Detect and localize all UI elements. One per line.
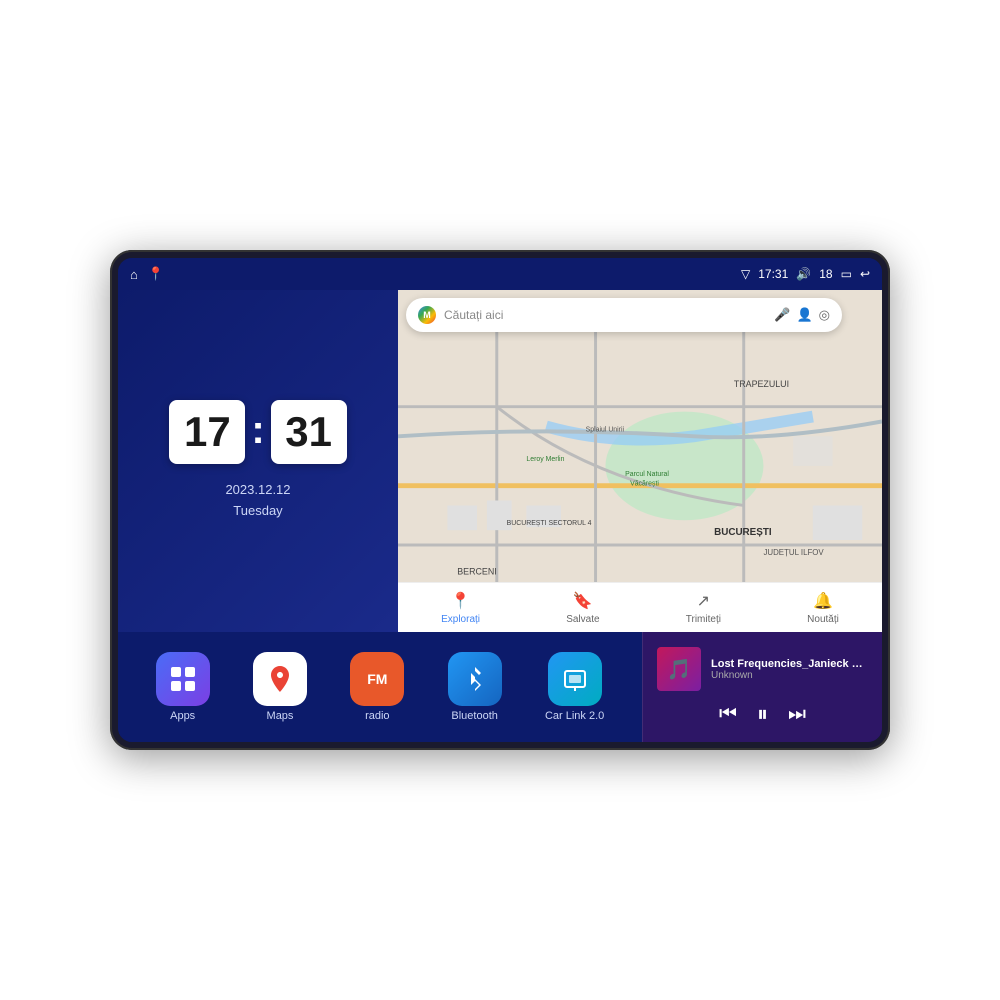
news-icon: 🔔	[813, 591, 833, 611]
clock-panel: 17 : 31 2023.12.12 Tuesday	[118, 290, 398, 632]
clock-date: 2023.12.12 Tuesday	[225, 480, 290, 522]
app-item-carlink[interactable]: Car Link 2.0	[545, 652, 604, 722]
status-bar: ⌂ 📍 ▽ 17:31 🔊 18 ▭ ↩	[118, 258, 882, 290]
bluetooth-icon	[448, 652, 502, 706]
saved-label: Salvate	[566, 614, 599, 625]
music-artist: Unknown	[711, 670, 868, 681]
explore-icon: 📍	[451, 591, 471, 611]
map-nav-send[interactable]: ↗ Trimiteți	[686, 591, 721, 625]
svg-text:JUDEȚUL ILFOV: JUDEȚUL ILFOV	[763, 548, 824, 557]
bottom-section: Apps Maps FM radi	[118, 632, 882, 742]
back-icon[interactable]: ↩	[860, 267, 870, 281]
map-nav-explore[interactable]: 📍 Explorați	[441, 591, 480, 625]
svg-text:BUCUREȘTI: BUCUREȘTI	[714, 527, 772, 538]
send-label: Trimiteți	[686, 614, 721, 625]
send-icon: ↗	[697, 591, 710, 611]
svg-text:Parcul Natural: Parcul Natural	[625, 471, 669, 478]
svg-text:TRAPEZULUI: TRAPEZULUI	[734, 379, 789, 389]
app-item-radio[interactable]: FM radio	[350, 652, 404, 722]
maps-logo: M	[418, 306, 436, 324]
music-details: Lost Frequencies_Janieck Devy-... Unknow…	[711, 658, 868, 681]
account-icon[interactable]: 👤	[796, 307, 812, 323]
home-icon[interactable]: ⌂	[130, 267, 138, 282]
signal-icon: ▽	[741, 267, 750, 281]
svg-text:Leroy Merlin: Leroy Merlin	[526, 456, 564, 463]
saved-icon: 🔖	[573, 591, 593, 611]
music-title: Lost Frequencies_Janieck Devy-...	[711, 658, 868, 670]
battery-icon: ▭	[841, 267, 852, 281]
volume-level: 18	[819, 267, 832, 281]
clock-display: 17 : 31	[169, 400, 346, 464]
main-content: 17 : 31 2023.12.12 Tuesday	[118, 290, 882, 742]
map-panel[interactable]: TRAPEZULUI BUCUREȘTI JUDEȚUL ILFOV BERCE…	[398, 290, 882, 632]
music-panel: 🎵 Lost Frequencies_Janieck Devy-... Unkn…	[642, 632, 882, 742]
radio-label: radio	[365, 710, 389, 722]
maps-label: Maps	[267, 710, 294, 722]
play-pause-button[interactable]: ⏸	[757, 701, 768, 727]
top-section: 17 : 31 2023.12.12 Tuesday	[118, 290, 882, 632]
app-item-apps[interactable]: Apps	[156, 652, 210, 722]
time-display: 17:31	[758, 267, 788, 281]
map-svg: TRAPEZULUI BUCUREȘTI JUDEȚUL ILFOV BERCE…	[398, 290, 882, 632]
maps-pin-icon[interactable]: 📍	[148, 266, 164, 282]
bluetooth-label: Bluetooth	[451, 710, 497, 722]
map-nav-news[interactable]: 🔔 Noutăți	[807, 591, 839, 625]
svg-text:BUCUREȘTI SECTORUL 4: BUCUREȘTI SECTORUL 4	[507, 520, 592, 527]
radio-icon: FM	[350, 652, 404, 706]
svg-text:BERCENI: BERCENI	[457, 567, 496, 577]
device-frame: ⌂ 📍 ▽ 17:31 🔊 18 ▭ ↩ 17 :	[110, 250, 890, 750]
apps-label: Apps	[170, 710, 195, 722]
clock-hour: 17	[169, 400, 245, 464]
app-item-bluetooth[interactable]: Bluetooth	[448, 652, 502, 722]
maps-icon	[253, 652, 307, 706]
carlink-label: Car Link 2.0	[545, 710, 604, 722]
apps-bar: Apps Maps FM radi	[118, 632, 642, 742]
svg-text:Văcărești: Văcărești	[630, 481, 659, 488]
status-right: ▽ 17:31 🔊 18 ▭ ↩	[741, 267, 870, 281]
layers-icon[interactable]: ◎	[819, 307, 830, 323]
music-controls: ⏮ ⏸ ⏭	[657, 701, 868, 727]
prev-button[interactable]: ⏮	[719, 703, 737, 726]
app-item-maps[interactable]: Maps	[253, 652, 307, 722]
map-nav-bar: 📍 Explorați 🔖 Salvate ↗ Trimiteți 🔔	[398, 582, 882, 632]
apps-icon	[156, 652, 210, 706]
status-left: ⌂ 📍	[130, 266, 164, 282]
map-search-text: Căutați aici	[444, 308, 766, 322]
clock-separator: :	[251, 410, 264, 450]
map-nav-saved[interactable]: 🔖 Salvate	[566, 591, 599, 625]
map-search-bar[interactable]: M Căutați aici 🎤 👤 ◎	[406, 298, 842, 332]
music-thumbnail: 🎵	[657, 647, 701, 691]
carlink-icon	[548, 652, 602, 706]
map-search-icons: 🎤 👤 ◎	[774, 307, 830, 323]
svg-text:Splaiul Unirii: Splaiul Unirii	[586, 426, 625, 433]
news-label: Noutăți	[807, 614, 839, 625]
device-screen: ⌂ 📍 ▽ 17:31 🔊 18 ▭ ↩ 17 :	[118, 258, 882, 742]
next-button[interactable]: ⏭	[788, 703, 806, 726]
music-info: 🎵 Lost Frequencies_Janieck Devy-... Unkn…	[657, 647, 868, 691]
explore-label: Explorați	[441, 614, 480, 625]
volume-icon: 🔊	[796, 267, 811, 281]
clock-minute: 31	[271, 400, 347, 464]
mic-icon[interactable]: 🎤	[774, 307, 790, 323]
